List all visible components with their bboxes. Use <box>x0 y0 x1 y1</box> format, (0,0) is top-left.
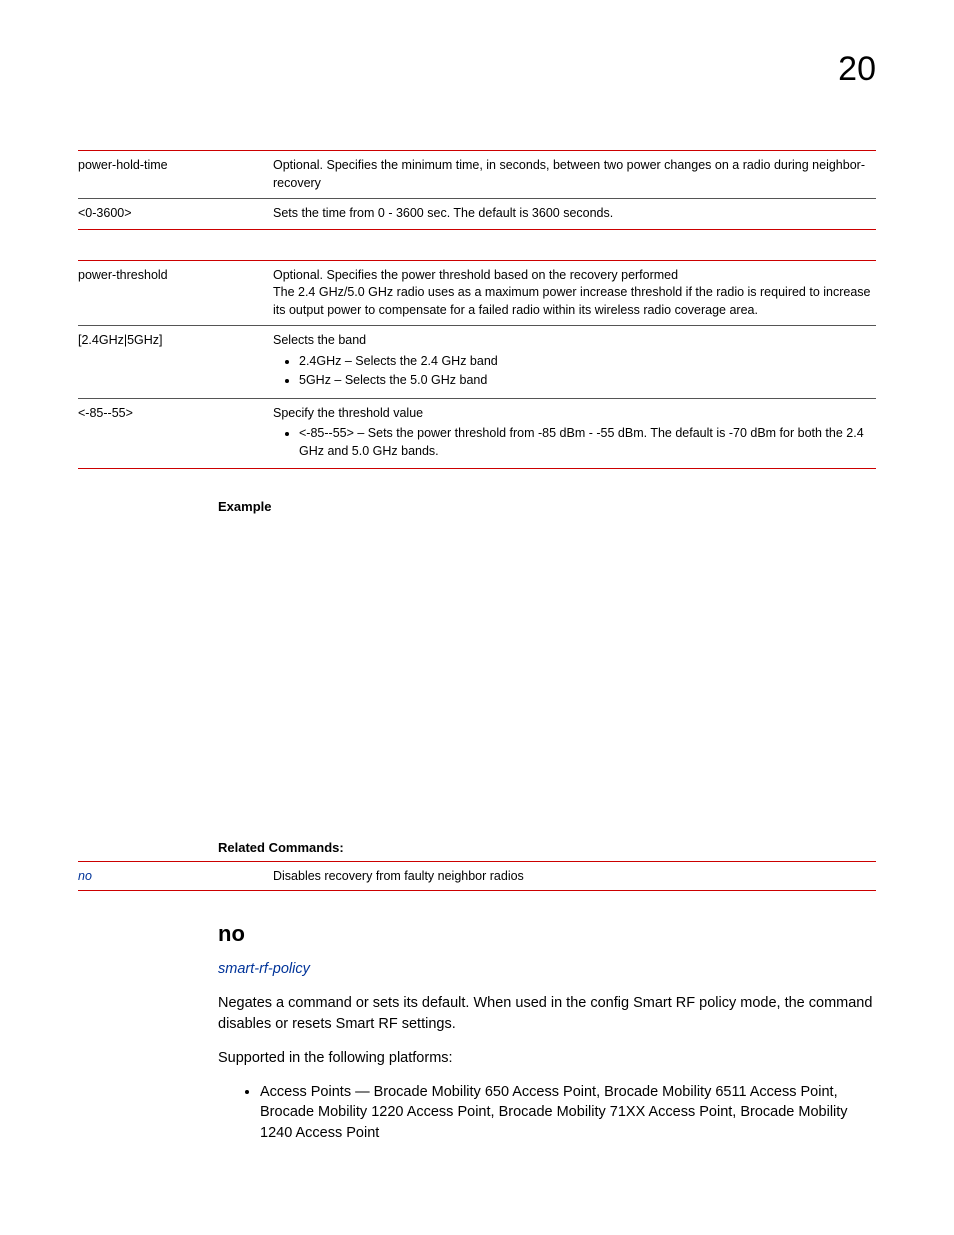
bullet-list: <-85--55> – Sets the power threshold fro… <box>299 425 872 460</box>
related-cmd-desc: Disables recovery from faulty neighbor r… <box>273 862 876 891</box>
param-desc: Optional. Specifies the power threshold … <box>273 260 876 326</box>
related-commands-label: Related Commands: <box>218 840 876 855</box>
desc-line: The 2.4 GHz/5.0 GHz radio uses as a maxi… <box>273 284 872 319</box>
desc-line: Optional. Specifies the power threshold … <box>273 267 872 285</box>
list-item: <-85--55> – Sets the power threshold fro… <box>299 425 872 460</box>
body-paragraph: Negates a command or sets its default. W… <box>218 993 876 1034</box>
table-row: no Disables recovery from faulty neighbo… <box>78 862 876 891</box>
table-row: <-85--55> Specify the threshold value <-… <box>78 398 876 469</box>
desc-intro: Selects the band <box>273 333 366 347</box>
body-paragraph: Supported in the following platforms: <box>218 1048 876 1068</box>
no-command-section: no smart-rf-policy Negates a command or … <box>218 921 876 1143</box>
example-section: Example <box>218 499 876 514</box>
chapter-number: 20 <box>838 50 876 89</box>
table-row: power-hold-time Optional. Specifies the … <box>78 151 876 199</box>
context-link[interactable]: smart-rf-policy <box>218 961 310 977</box>
param-name: <-85--55> <box>78 398 273 469</box>
list-item: 5GHz – Selects the 5.0 GHz band <box>299 372 872 390</box>
command-heading: no <box>218 921 876 947</box>
param-desc: Specify the threshold value <-85--55> – … <box>273 398 876 469</box>
param-desc: Sets the time from 0 - 3600 sec. The def… <box>273 199 876 230</box>
table-row: [2.4GHz|5GHz] Selects the band 2.4GHz – … <box>78 326 876 399</box>
param-name: power-threshold <box>78 260 273 326</box>
parameters-table-2: power-threshold Optional. Specifies the … <box>78 260 876 470</box>
table-row: power-threshold Optional. Specifies the … <box>78 260 876 326</box>
bullet-list: 2.4GHz – Selects the 2.4 GHz band 5GHz –… <box>299 353 872 390</box>
related-commands-table: no Disables recovery from faulty neighbo… <box>78 861 876 891</box>
platform-list: Access Points — Brocade Mobility 650 Acc… <box>260 1082 876 1143</box>
param-desc: Selects the band 2.4GHz – Selects the 2.… <box>273 326 876 399</box>
param-desc: Optional. Specifies the minimum time, in… <box>273 151 876 199</box>
link-text: no <box>78 869 92 883</box>
parameters-table-1: power-hold-time Optional. Specifies the … <box>78 150 876 230</box>
param-name: [2.4GHz|5GHz] <box>78 326 273 399</box>
example-label: Example <box>218 499 876 514</box>
table-row: <0-3600> Sets the time from 0 - 3600 sec… <box>78 199 876 230</box>
param-name: power-hold-time <box>78 151 273 199</box>
list-item: 2.4GHz – Selects the 2.4 GHz band <box>299 353 872 371</box>
param-name: <0-3600> <box>78 199 273 230</box>
related-cmd-link[interactable]: no <box>78 862 273 891</box>
list-item: Access Points — Brocade Mobility 650 Acc… <box>260 1082 876 1143</box>
desc-intro: Specify the threshold value <box>273 406 423 420</box>
page-content: power-hold-time Optional. Specifies the … <box>78 150 876 1143</box>
related-commands-section: Related Commands: <box>218 840 876 855</box>
